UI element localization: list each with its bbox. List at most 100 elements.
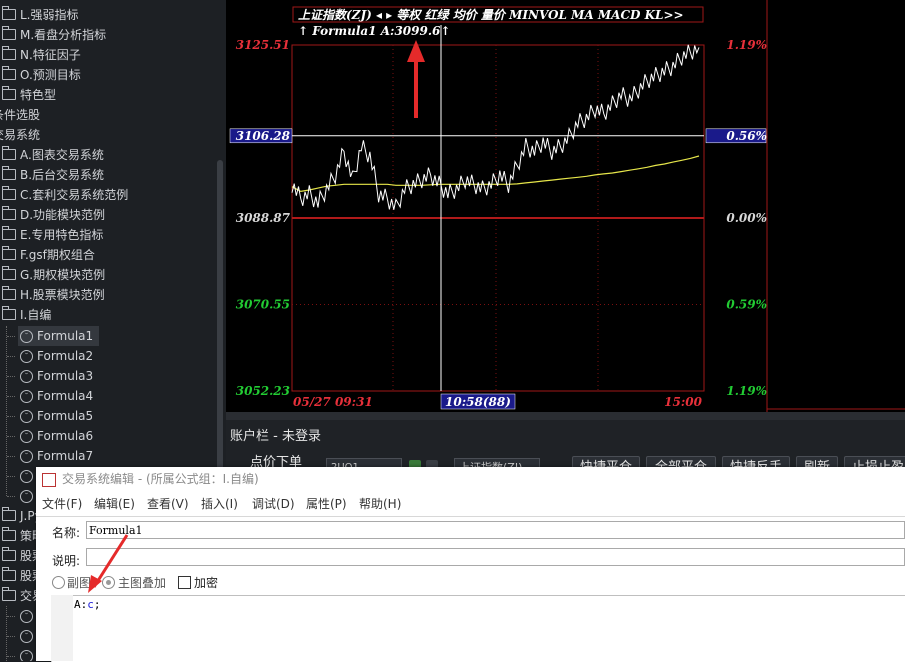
tree-connector	[6, 326, 7, 496]
tree-item[interactable]: ˘ Formula1	[18, 326, 100, 346]
tree-item[interactable]: I.自编	[0, 305, 57, 325]
smile-icon: ˘	[20, 330, 33, 343]
tree-item[interactable]: ˘ Formula6	[18, 426, 99, 446]
tree-item-label: 特色型	[20, 88, 57, 102]
tree-item[interactable]: D.功能模块范例	[0, 205, 111, 225]
tree-item-label: 交易系统	[0, 128, 41, 142]
desc-input[interactable]	[86, 548, 905, 566]
folder-icon	[2, 206, 16, 220]
tree-connector	[7, 436, 15, 437]
smile-icon: ˘	[20, 410, 33, 423]
tree-item[interactable]: O.预测目标	[0, 65, 87, 85]
tree-item-label: 条件选股	[0, 108, 41, 122]
folder-icon	[2, 286, 16, 300]
folder-icon	[2, 246, 16, 260]
tree-item[interactable]: G.期权模块范例	[0, 265, 111, 285]
tree-connector	[7, 656, 15, 657]
tree-item[interactable]: 特色型	[0, 85, 62, 105]
left-axis-label: 3125.51	[236, 38, 290, 52]
encrypt-label: 加密	[194, 576, 219, 590]
folder-icon	[2, 46, 16, 60]
smile-icon: ˘	[20, 390, 33, 403]
time-end-label: 15:00	[664, 395, 702, 409]
tree-item-label: C.套利交易系统范例	[20, 188, 129, 202]
tree-item-label: E.专用特色指标	[20, 228, 104, 242]
tree-scrollbar[interactable]	[217, 160, 223, 480]
encrypt-checkbox[interactable]	[178, 576, 191, 589]
tree-item-label: G.期权模块范例	[20, 268, 106, 282]
tree-item[interactable]: F.gsf期权组合	[0, 245, 101, 265]
folder-icon	[2, 306, 16, 320]
tree-item[interactable]: ˘ Formula2	[18, 346, 99, 366]
folder-icon	[2, 547, 16, 561]
code-text[interactable]: A:c;	[74, 598, 101, 611]
annotation-arrowhead-chart	[407, 40, 425, 62]
tree-item[interactable]: H.股票模块范例	[0, 285, 111, 305]
tree-item[interactable]: N.特征因子	[0, 45, 87, 65]
folder-icon	[2, 6, 16, 20]
tree-item[interactable]: A.图表交易系统	[0, 145, 110, 165]
tree-item[interactable]: 交易系统	[0, 125, 46, 145]
account-status: 账户栏 - 未登录	[230, 429, 321, 444]
tree-item[interactable]: ˘ Formula5	[18, 406, 99, 426]
left-axis-label: 3106.28	[236, 129, 291, 143]
folder-icon	[2, 66, 16, 80]
tree-item-label: D.功能模块范例	[20, 208, 106, 222]
right-axis-label: 1.19%	[726, 384, 767, 398]
tree-item[interactable]: E.专用特色指标	[0, 225, 109, 245]
tree-item-label: M.看盘分析指标	[20, 28, 107, 42]
tree-item[interactable]: ˘ Formula3	[18, 366, 99, 386]
folder-icon	[2, 86, 16, 100]
smile-icon: ˘	[20, 630, 33, 643]
tree-item[interactable]: ˘ Formula4	[18, 386, 99, 406]
tree-item[interactable]: M.看盘分析指标	[0, 25, 112, 45]
right-axis-label: 1.19%	[726, 38, 767, 52]
menu-debug[interactable]: 调试(D)	[252, 493, 295, 515]
menu-insert[interactable]: 插入(I)	[201, 493, 238, 515]
tree-item[interactable]: C.套利交易系统范例	[0, 185, 134, 205]
smile-icon: ˘	[20, 350, 33, 363]
tree-item-label: A.图表交易系统	[20, 148, 104, 162]
tree-item[interactable]: ˘ Formula7	[18, 446, 99, 466]
annotation-arrow-editor	[88, 534, 129, 593]
tree-item[interactable]: B.后台交易系统	[0, 165, 110, 185]
folder-icon	[2, 226, 16, 240]
code-editor[interactable]	[51, 595, 905, 662]
tree-item-label: F.gsf期权组合	[20, 248, 95, 262]
formula-readout: ↑ Formula1 A:3099.6↑	[298, 24, 450, 38]
tree-item-label: Formula3	[37, 369, 94, 383]
folder-icon	[2, 26, 16, 40]
menu-divider	[36, 516, 905, 517]
right-axis-label: 0.00%	[726, 211, 767, 225]
smile-icon: ˘	[20, 490, 33, 503]
tree-item-label: B.后台交易系统	[20, 168, 105, 182]
editor-titlebar[interactable]: 交易系统编辑 - (所属公式组：I.自编)	[36, 467, 905, 492]
menu-properties[interactable]: 属性(P)	[306, 493, 347, 515]
tree-item-label: Formula4	[37, 389, 94, 403]
folder-icon	[2, 507, 16, 521]
folder-icon	[2, 266, 16, 280]
tree-item-label: H.股票模块范例	[20, 288, 105, 302]
tree-connector	[7, 636, 15, 637]
intraday-chart: 3125.51 1.19% 3106.28 0.56% 3088.87 0.00% 3070…	[226, 0, 905, 412]
code-token: ;	[93, 598, 101, 611]
tree-connector	[6, 606, 7, 661]
tree-connector	[7, 456, 15, 457]
code-token: A:	[74, 598, 88, 611]
right-axis-label: 0.59%	[726, 298, 767, 312]
time-cursor-label: 10:58(88)	[445, 395, 511, 409]
smile-icon: ˘	[20, 610, 33, 623]
menu-help[interactable]: 帮助(H)	[359, 493, 401, 515]
name-input[interactable]: Formula1	[86, 521, 905, 539]
smile-icon: ˘	[20, 430, 33, 443]
left-axis-label: 3052.23	[236, 384, 290, 398]
smile-icon: ˘	[20, 650, 33, 661]
folder-icon	[2, 186, 16, 200]
tree-item[interactable]: L.强弱指标	[0, 5, 85, 25]
tree-item-label: L.强弱指标	[20, 8, 79, 22]
tree-item[interactable]: 条件选股	[0, 105, 46, 125]
chart-header: 上证指数(ZJ) ◂ ▸ 等权 红绿 均价 量价 MINVOL MA MACD …	[298, 8, 684, 22]
smile-icon: ˘	[20, 470, 33, 483]
tree-item-label: Formula6	[37, 429, 94, 443]
tree-connector	[7, 376, 15, 377]
